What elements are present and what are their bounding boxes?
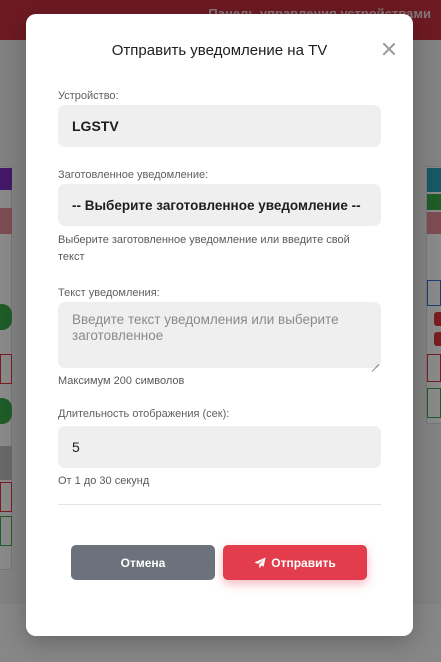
duration-input[interactable]: 5 — [58, 426, 381, 468]
preset-select[interactable]: -- Выберите заготовленное уведомление -- — [58, 184, 381, 226]
send-notification-dialog: Отправить уведомление на TV Устройство: … — [26, 14, 413, 636]
device-field: LGSTV — [58, 105, 381, 147]
message-hint: Максимум 200 символов — [58, 375, 185, 387]
device-value: LGSTV — [72, 118, 119, 134]
message-label: Текст уведомления: — [58, 287, 160, 299]
preset-label: Заготовленное уведомление: — [58, 169, 209, 181]
duration-hint: От 1 до 30 секунд — [58, 475, 150, 487]
paper-plane-icon — [254, 556, 266, 568]
cancel-button[interactable]: Отмена — [71, 545, 215, 580]
close-icon[interactable] — [380, 40, 398, 58]
divider — [58, 504, 381, 505]
cancel-button-label: Отмена — [120, 555, 166, 570]
preset-selected-value: -- Выберите заготовленное уведомление -- — [72, 197, 361, 213]
duration-label: Длительность отображения (сек): — [58, 408, 230, 420]
device-label: Устройство: — [58, 90, 119, 102]
send-button-label: Отправить — [271, 555, 336, 570]
send-button[interactable]: Отправить — [223, 545, 367, 580]
duration-value: 5 — [72, 439, 80, 455]
resize-handle-icon[interactable] — [371, 358, 379, 366]
message-textarea[interactable]: Введите текст уведомления или выберите з… — [58, 302, 381, 368]
message-placeholder: Введите текст уведомления или выберите з… — [72, 312, 339, 343]
preset-hint: Выберите заготовленное уведомление или в… — [58, 234, 350, 263]
dialog-title: Отправить уведомление на TV — [111, 42, 328, 59]
